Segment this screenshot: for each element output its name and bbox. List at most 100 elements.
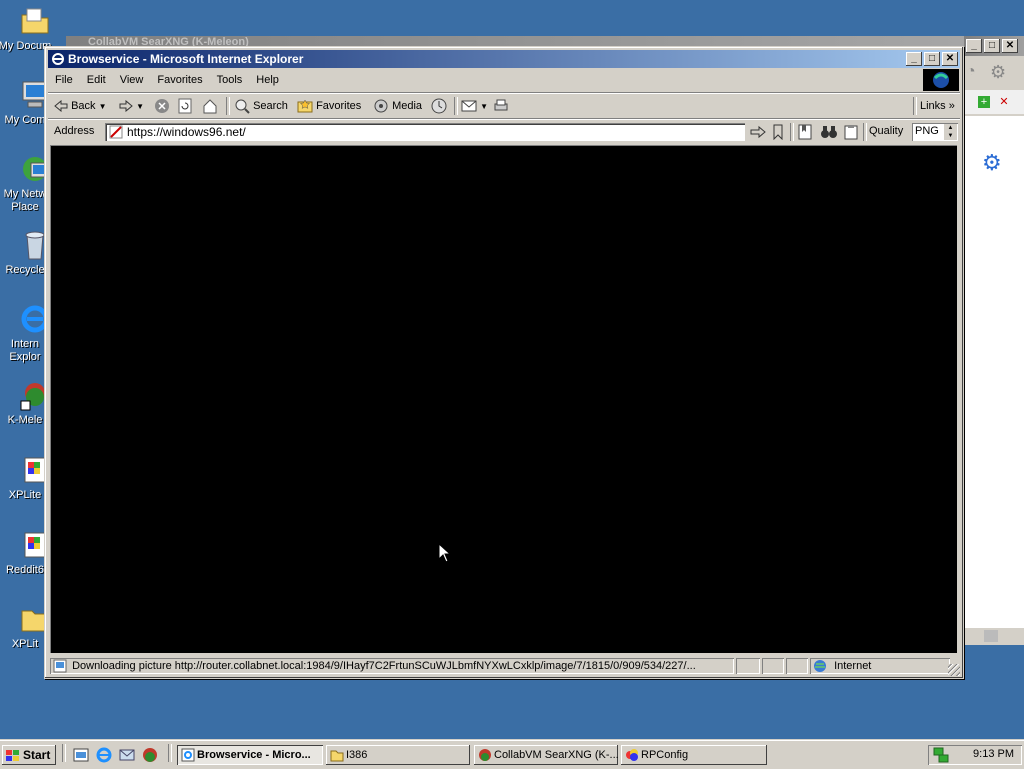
background-window[interactable]: CollabVM SearXNG (K-Meleon) _ □ ✕ ◔ ⚙ + … — [66, 36, 1024, 645]
binoculars-icon — [821, 126, 837, 139]
menu-edit[interactable]: Edit — [80, 70, 113, 90]
address-input[interactable]: https://windows96.net/ — [105, 123, 745, 141]
links-button[interactable]: Links » — [920, 97, 955, 115]
taskbar-item-browservice[interactable]: Browservice - Micro... — [177, 745, 323, 765]
ie-window-icon — [181, 748, 195, 762]
favorites-icon — [297, 99, 313, 113]
maximize-button[interactable]: □ — [984, 39, 1000, 53]
resize-grip-icon[interactable] — [948, 664, 960, 676]
clipboard-button[interactable] — [844, 123, 858, 141]
system-tray: 9:13 PM — [928, 745, 1022, 765]
mail-button[interactable]: ▼ — [461, 97, 488, 115]
toolbar-separator — [226, 97, 230, 115]
menu-bar: File Edit View Favorites Tools Help — [48, 70, 960, 90]
toolbar-separator — [913, 97, 917, 115]
menu-tools[interactable]: Tools — [210, 70, 250, 90]
network-tray-icon[interactable] — [933, 747, 949, 763]
address-bar: Address https://windows96.net/ Quality P… — [48, 119, 960, 144]
back-dropdown-icon[interactable]: ▼ — [99, 102, 107, 111]
search-icon — [235, 99, 250, 114]
gear-icon[interactable]: ⚙ — [990, 62, 1010, 82]
chevron-right-icon: » — [948, 100, 955, 112]
quality-spinner[interactable]: ▲ ▼ — [944, 124, 957, 140]
taskbar-item-rpconfig[interactable]: RPConfig — [621, 745, 767, 765]
find-button[interactable] — [820, 123, 838, 141]
close-button[interactable]: ✕ — [942, 52, 958, 66]
toolbar-separator — [454, 97, 458, 115]
history-icon — [431, 98, 447, 114]
print-button[interactable] — [493, 97, 509, 115]
status-empty-cell — [762, 658, 784, 674]
address-url: https://windows96.net/ — [127, 125, 246, 139]
home-button[interactable] — [202, 97, 218, 115]
forward-button[interactable]: ▼ — [119, 97, 144, 115]
stop-button[interactable] — [154, 97, 170, 115]
close-button[interactable]: ✕ — [1002, 39, 1018, 53]
status-progress-cell — [736, 658, 760, 674]
bookmark-button[interactable] — [772, 123, 784, 141]
taskbar-separator — [62, 744, 66, 762]
clipboard-icon — [844, 125, 858, 140]
status-text: Downloading picture http://router.collab… — [72, 660, 696, 672]
back-arrow-icon — [54, 100, 68, 113]
go-button[interactable] — [750, 123, 766, 141]
quality-select[interactable]: PNG ▲ ▼ — [912, 123, 958, 141]
reload-icon[interactable]: ◔ — [966, 64, 982, 80]
media-button[interactable]: Media — [373, 97, 422, 115]
stop-icon — [155, 99, 169, 114]
taskbar-item-collabvm-searxng[interactable]: CollabVM SearXNG (K-... — [474, 745, 618, 765]
menu-view[interactable]: View — [113, 70, 151, 90]
page-viewport[interactable] — [50, 145, 957, 653]
start-button[interactable]: Start — [2, 745, 56, 765]
favorites-button[interactable]: Favorites — [297, 97, 361, 115]
toolbar-separator — [790, 123, 794, 141]
menu-file[interactable]: File — [48, 70, 80, 90]
address-label: Address — [54, 125, 95, 137]
minimize-button[interactable]: _ — [966, 39, 982, 53]
quality-label: Quality — [869, 125, 904, 137]
title-bar[interactable]: Browservice - Microsoft Internet Explore… — [48, 50, 960, 68]
taskbar-separator — [168, 744, 172, 762]
minimize-button[interactable]: _ — [906, 52, 922, 66]
mail-icon — [461, 100, 477, 112]
browser-window[interactable]: Browservice - Microsoft Internet Explore… — [44, 46, 964, 679]
settings-gear-icon[interactable]: ⚙ — [982, 152, 1002, 174]
folder-icon — [330, 750, 344, 762]
media-icon — [374, 99, 388, 113]
clock[interactable]: 9:13 PM — [973, 748, 1014, 760]
history-button[interactable] — [431, 97, 447, 115]
refresh-icon — [178, 98, 192, 114]
background-window-title[interactable]: CollabVM SearXNG (K-Meleon) — [66, 36, 964, 48]
page-icon — [109, 125, 123, 139]
menu-help[interactable]: Help — [249, 70, 286, 90]
search-button[interactable]: Search — [234, 97, 288, 115]
status-zone: Internet — [834, 660, 872, 672]
status-empty-cell — [786, 658, 808, 674]
background-window-titlebar[interactable]: _ □ ✕ — [964, 36, 1024, 56]
show-desktop-icon[interactable] — [73, 747, 89, 763]
add-tab-icon[interactable]: + — [978, 96, 990, 108]
close-tab-icon[interactable]: ✕ — [998, 96, 1010, 108]
mouse-cursor-icon — [438, 543, 452, 563]
home-icon — [203, 99, 217, 114]
quality-value: PNG — [915, 125, 939, 137]
refresh-button[interactable] — [178, 97, 192, 115]
status-icon — [984, 630, 998, 642]
k-meleon-icon[interactable] — [142, 747, 158, 763]
page-bookmark-button[interactable] — [798, 123, 812, 141]
back-button[interactable]: Back ▼ — [54, 97, 107, 115]
go-arrow-icon — [750, 126, 766, 139]
internet-explorer-icon[interactable] — [96, 747, 112, 763]
forward-arrow-icon — [119, 100, 133, 113]
taskbar-item-i386[interactable]: I386 — [326, 745, 470, 765]
mail-dropdown-icon[interactable]: ▼ — [480, 102, 488, 111]
menu-favorites[interactable]: Favorites — [150, 70, 209, 90]
page-loading-icon — [53, 659, 67, 673]
maximize-button[interactable]: □ — [924, 52, 940, 66]
standard-toolbar: Back ▼ ▼ Search Favorites Media ▼ Links … — [48, 93, 960, 118]
outlook-express-icon[interactable] — [119, 747, 135, 763]
forward-dropdown-icon[interactable]: ▼ — [136, 102, 144, 111]
windows-logo-throbber-icon — [923, 69, 959, 91]
bookmark-icon — [773, 124, 783, 141]
window-title: Browservice - Microsoft Internet Explore… — [68, 52, 304, 66]
